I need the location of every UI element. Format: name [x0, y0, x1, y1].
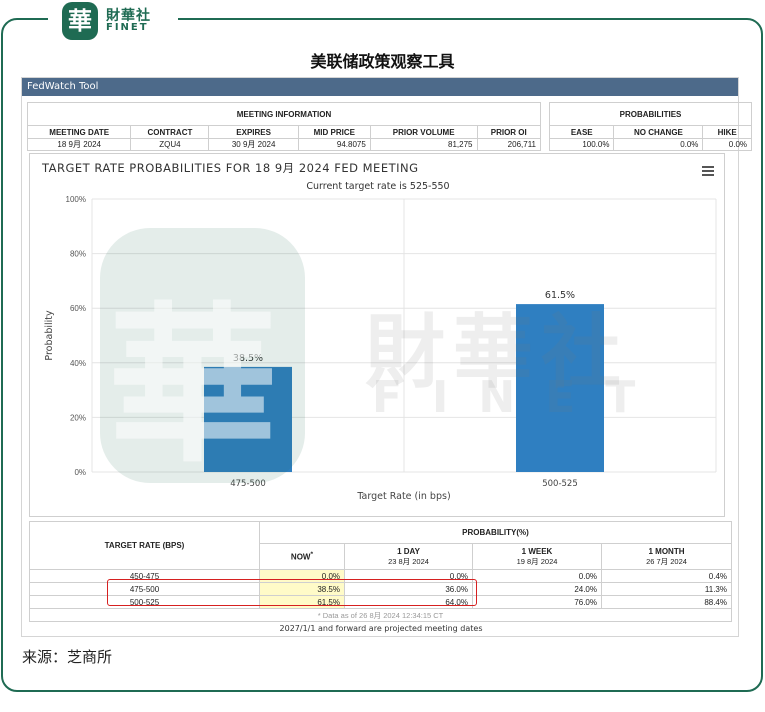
projection-note: 2027/1/1 and forward are projected meeti… — [279, 624, 483, 633]
cell-no-change: 0.0% — [613, 138, 704, 151]
brand-logo-seal: 華 — [62, 2, 98, 40]
col-1week-label: 1 WEEK — [521, 546, 553, 556]
y-tick-label: 20% — [70, 413, 86, 422]
panel-header: FedWatch Tool — [22, 78, 738, 96]
col-hike: HIKE — [702, 125, 752, 139]
cell-1week: 24.0% — [472, 582, 602, 596]
cell-hike: 0.0% — [702, 138, 752, 151]
brand-name-en: FINET — [106, 22, 149, 33]
col-1day-date: 23 8月 2024 — [388, 556, 429, 566]
col-contract: CONTRACT — [130, 125, 210, 139]
target-rate-table: TARGET RATE (BPS) PROBABILITY(%) NOW* 1 … — [29, 521, 732, 622]
col-prior-oi: PRIOR OI — [476, 125, 541, 139]
cell-prior-volume: 81,275 — [369, 138, 478, 151]
col-1week: 1 WEEK 19 8月 2024 — [472, 543, 602, 570]
table-row: 100.0% 0.0% 0.0% — [548, 138, 752, 151]
col-1week-date: 19 8月 2024 — [516, 556, 558, 566]
col-meeting-date: MEETING DATE — [26, 125, 132, 139]
col-1month: 1 MONTH 26 7月 2024 — [601, 543, 732, 570]
col-ease: EASE — [548, 125, 615, 139]
y-tick-label: 60% — [70, 304, 86, 313]
data-timestamp-note: * Data as of 26 8月 2024 12:34:15 CT — [29, 608, 732, 622]
bar — [204, 366, 292, 472]
cell-ease: 100.0% — [548, 138, 615, 151]
source-note: 来源：芝商所 — [22, 648, 113, 666]
cell-prior-oi: 206,711 — [476, 138, 541, 151]
meeting-info-group-label: MEETING INFORMATION — [27, 102, 541, 126]
fedwatch-panel: FedWatch Tool MEETING INFORMATION MEETIN… — [21, 77, 752, 637]
data-label: 38.5% — [233, 353, 263, 364]
x-axis-label: Target Rate (in bps) — [356, 491, 450, 502]
col-1day: 1 DAY 23 8月 2024 — [344, 543, 473, 570]
cell-mid-price: 94.8075 — [297, 138, 371, 151]
bar-chart: 0% 20% 40% 60% 80% 100% 38.5% 475-500 61.5% 500-5… — [44, 195, 717, 502]
meeting-info-table: MEETING INFORMATION MEETING DATE CONTRAC… — [26, 102, 541, 151]
y-tick-label: 40% — [70, 359, 86, 368]
cell-contract: ZQU4 — [130, 138, 210, 151]
col-expires: EXPIRES — [208, 125, 299, 139]
y-axis-label: Probability — [44, 310, 55, 361]
page-title: 美联储政策观察工具 — [310, 52, 455, 71]
y-tick-label: 80% — [70, 250, 86, 259]
cell-1month: 11.3% — [601, 582, 732, 596]
col-now-label: NOW — [290, 552, 311, 562]
cell-expires: 30 9月 2024 — [208, 138, 299, 151]
y-tick-label: 0% — [74, 468, 86, 477]
col-now-mark: * — [310, 551, 314, 559]
y-tick-label: 100% — [66, 195, 86, 204]
target-rate-header: TARGET RATE (BPS) — [29, 521, 260, 570]
cell-meeting-date: 18 9月 2024 — [26, 138, 132, 151]
cell-1month: 0.4% — [601, 569, 732, 583]
col-no-change: NO CHANGE — [613, 125, 704, 139]
col-1month-label: 1 MONTH — [648, 546, 685, 556]
table-row: 18 9月 2024 ZQU4 30 9月 2024 94.8075 81,27… — [26, 138, 541, 151]
x-tick-label: 500-525 — [542, 479, 578, 489]
col-now: NOW* — [259, 543, 345, 570]
probabilities-table: PROBABILITIES EASE NO CHANGE HIKE 100.0%… — [548, 102, 752, 151]
x-tick-label: 475-500 — [230, 479, 266, 489]
cell-1week: 0.0% — [472, 569, 602, 583]
probability-header: PROBABILITY(%) — [259, 521, 732, 544]
col-prior-volume: PRIOR VOLUME — [369, 125, 478, 139]
highlight-box — [107, 579, 477, 606]
data-label: 61.5% — [545, 290, 575, 301]
col-mid-price: MID PRICE — [297, 125, 371, 139]
cell-1week: 76.0% — [472, 595, 602, 609]
probabilities-group-label: PROBABILITIES — [549, 102, 752, 126]
chart-card: TARGET RATE PROBABILITIES FOR 18 9月 2024… — [29, 153, 725, 517]
bar — [516, 304, 604, 472]
col-1month-date: 26 7月 2024 — [646, 556, 687, 566]
cell-1month: 88.4% — [601, 595, 732, 609]
col-1day-label: 1 DAY — [397, 546, 420, 556]
